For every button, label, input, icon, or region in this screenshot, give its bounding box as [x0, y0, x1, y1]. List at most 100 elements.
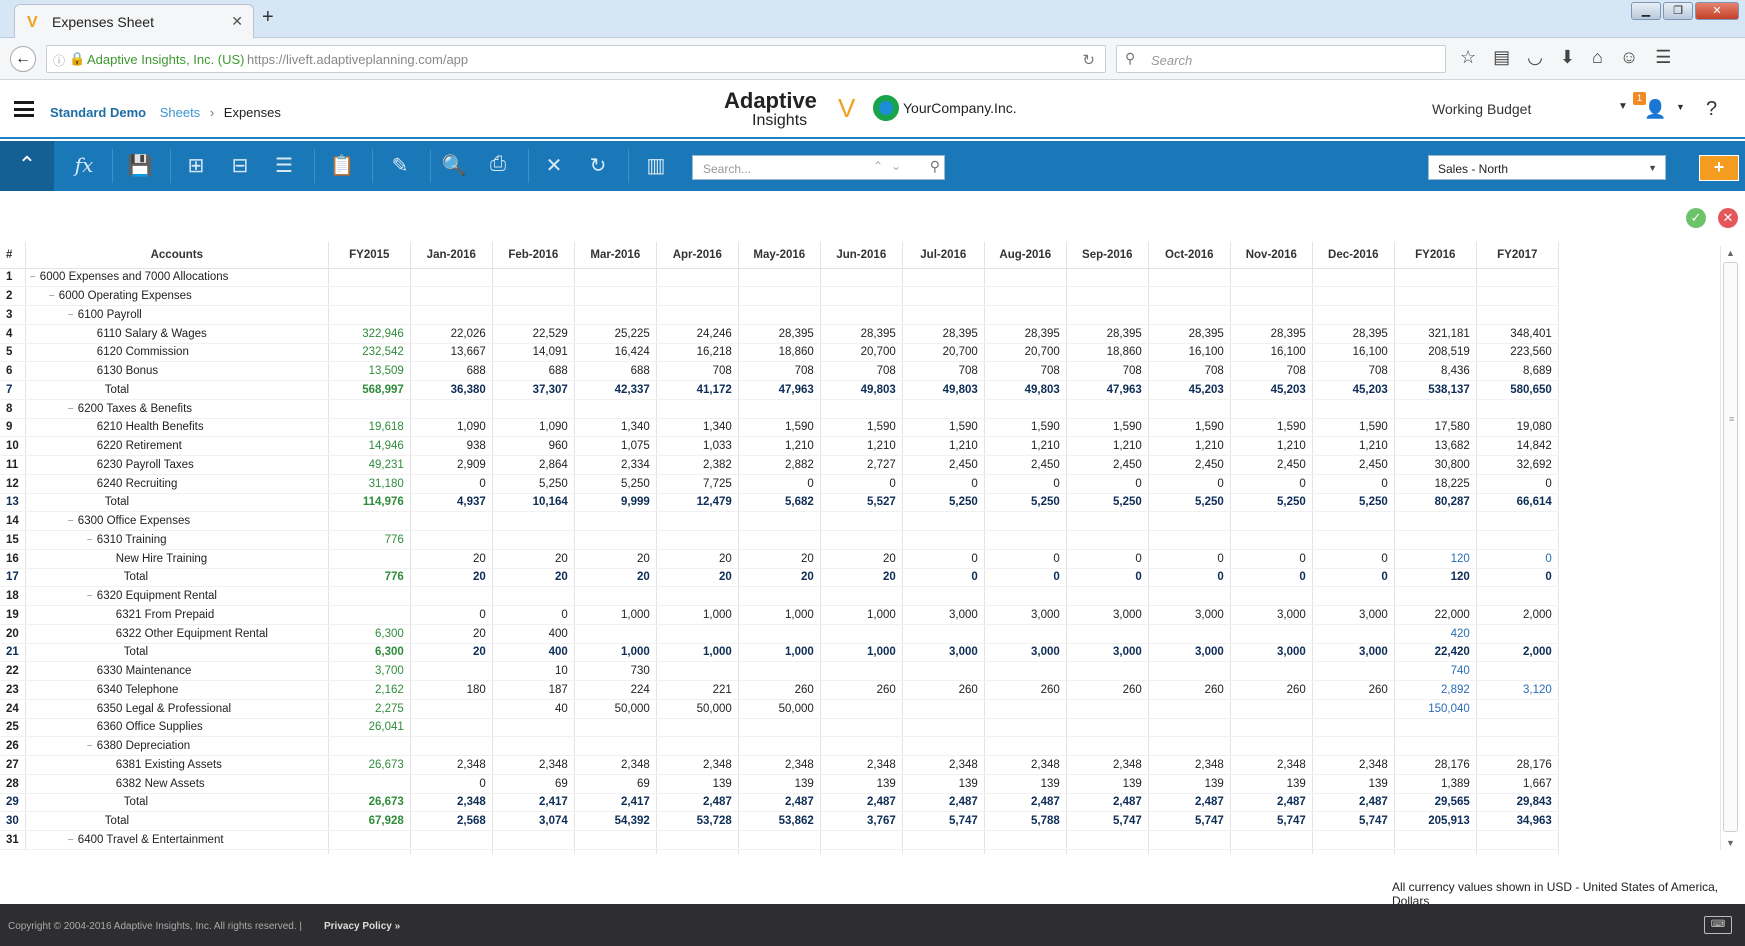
value-cell[interactable]	[410, 718, 493, 738]
value-cell[interactable]	[902, 399, 985, 419]
value-cell[interactable]: 80,287	[1394, 493, 1477, 513]
value-cell[interactable]: 2,487	[984, 793, 1067, 813]
value-cell[interactable]: 0	[1312, 474, 1395, 494]
value-cell[interactable]	[738, 530, 821, 550]
value-cell[interactable]: 3,000	[1066, 605, 1149, 625]
column-header[interactable]: Apr-2016	[656, 242, 739, 269]
column-header[interactable]: Feb-2016	[492, 242, 575, 269]
value-cell[interactable]	[492, 830, 575, 850]
value-cell[interactable]	[492, 511, 575, 531]
value-cell[interactable]: 2,487	[738, 793, 821, 813]
value-cell[interactable]: 3,000	[1066, 643, 1149, 663]
value-cell[interactable]: 28,395	[902, 324, 985, 344]
value-cell[interactable]: 2,450	[984, 455, 1067, 475]
value-cell[interactable]	[1394, 736, 1477, 756]
column-header[interactable]: Aug-2016	[984, 242, 1067, 269]
value-cell[interactable]	[410, 286, 493, 306]
level-selector-dropdown[interactable]: Sales - North ▼	[1428, 155, 1666, 180]
column-header[interactable]: Mar-2016	[574, 242, 657, 269]
value-cell[interactable]: 10	[492, 661, 575, 681]
value-cell[interactable]	[1394, 305, 1477, 325]
column-header[interactable]: Nov-2016	[1230, 242, 1313, 269]
maximize-button[interactable]: ❐	[1663, 2, 1693, 20]
value-cell[interactable]: 25,225	[574, 324, 657, 344]
value-cell[interactable]: 420	[1394, 624, 1477, 644]
grid-search-input[interactable]: Search... ⌃⌄ ⚲	[692, 155, 945, 180]
value-cell[interactable]: 2,882	[738, 455, 821, 475]
column-header[interactable]: Sep-2016	[1066, 242, 1149, 269]
value-cell[interactable]	[492, 718, 575, 738]
value-cell[interactable]: 688	[574, 361, 657, 381]
value-cell[interactable]: 2,348	[1066, 755, 1149, 775]
value-cell[interactable]: 708	[902, 361, 985, 381]
value-cell[interactable]: 0	[1230, 549, 1313, 569]
value-cell[interactable]	[492, 399, 575, 419]
value-cell[interactable]: 20	[410, 549, 493, 569]
value-cell[interactable]: 730	[574, 661, 657, 681]
value-cell[interactable]	[410, 399, 493, 419]
value-cell[interactable]: 20	[492, 568, 575, 588]
account-cell[interactable]: −6380 Depreciation	[24, 736, 329, 756]
value-cell[interactable]	[1230, 511, 1313, 531]
print-icon[interactable]: ⎙	[482, 153, 514, 176]
value-cell[interactable]: 5,747	[1230, 811, 1313, 831]
value-cell[interactable]: 0	[820, 474, 903, 494]
collapse-toggle-icon[interactable]: −	[68, 404, 78, 415]
value-cell[interactable]	[410, 830, 493, 850]
value-cell[interactable]	[1066, 286, 1149, 306]
value-cell[interactable]: 0	[1230, 474, 1313, 494]
value-cell[interactable]: 5,250	[1066, 493, 1149, 513]
value-cell[interactable]: 20	[574, 549, 657, 569]
value-cell[interactable]: 960	[492, 436, 575, 456]
value-cell[interactable]	[820, 736, 903, 756]
value-cell[interactable]: 4,937	[410, 493, 493, 513]
account-cell[interactable]: Total	[24, 811, 329, 831]
value-cell[interactable]	[656, 530, 739, 550]
value-cell[interactable]: 0	[902, 549, 985, 569]
value-cell[interactable]: 0	[1230, 568, 1313, 588]
value-cell[interactable]: 28,176	[1476, 755, 1559, 775]
value-cell[interactable]: 2,450	[1312, 455, 1395, 475]
value-cell[interactable]: 6,300	[328, 624, 411, 644]
value-cell[interactable]: 3,074	[492, 811, 575, 831]
value-cell[interactable]: 2,909	[410, 455, 493, 475]
value-cell[interactable]: 5,250	[574, 474, 657, 494]
value-cell[interactable]	[902, 586, 985, 606]
value-cell[interactable]: 2,892	[1394, 680, 1477, 700]
value-cell[interactable]: 0	[902, 568, 985, 588]
value-cell[interactable]: 29,565	[1394, 793, 1477, 813]
collapse-toggle-icon[interactable]: −	[68, 516, 78, 527]
value-cell[interactable]	[820, 586, 903, 606]
value-cell[interactable]	[902, 511, 985, 531]
value-cell[interactable]	[902, 736, 985, 756]
value-cell[interactable]	[738, 718, 821, 738]
value-cell[interactable]: 3,700	[328, 661, 411, 681]
value-cell[interactable]: 776	[328, 568, 411, 588]
value-cell[interactable]	[410, 586, 493, 606]
account-cell[interactable]: Total	[24, 493, 329, 513]
value-cell[interactable]: 0	[1476, 549, 1559, 569]
value-cell[interactable]: 260	[1066, 680, 1149, 700]
value-cell[interactable]: 28,395	[738, 324, 821, 344]
value-cell[interactable]	[1230, 286, 1313, 306]
delete-row-icon[interactable]: ⊟	[224, 153, 256, 178]
chat-icon[interactable]: ☺	[1620, 47, 1638, 68]
value-cell[interactable]: 13,667	[410, 343, 493, 363]
value-cell[interactable]	[1066, 624, 1149, 644]
value-cell[interactable]: 12,479	[656, 493, 739, 513]
value-cell[interactable]	[492, 736, 575, 756]
value-cell[interactable]: 0	[1148, 549, 1231, 569]
keyboard-icon[interactable]: ⌨	[1704, 916, 1732, 934]
value-cell[interactable]: 1,210	[1066, 436, 1149, 456]
value-cell[interactable]	[1476, 286, 1559, 306]
value-cell[interactable]: 1,090	[410, 418, 493, 438]
account-cell[interactable]: 6350 Legal & Professional	[24, 699, 329, 719]
value-cell[interactable]	[984, 305, 1067, 325]
value-cell[interactable]: 1,000	[574, 605, 657, 625]
value-cell[interactable]: 19,080	[1476, 418, 1559, 438]
value-cell[interactable]	[1394, 286, 1477, 306]
value-cell[interactable]	[1148, 624, 1231, 644]
value-cell[interactable]	[328, 549, 411, 569]
value-cell[interactable]	[574, 399, 657, 419]
value-cell[interactable]: 47,963	[738, 380, 821, 400]
